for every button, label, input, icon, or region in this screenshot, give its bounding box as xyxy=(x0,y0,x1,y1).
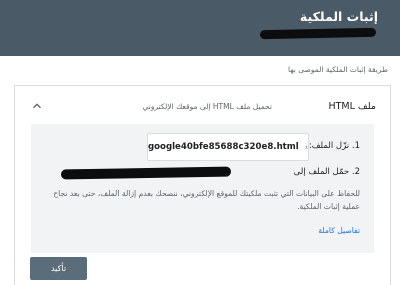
redacted-site-url-2 xyxy=(60,166,232,180)
verify-button[interactable]: تأكيد xyxy=(30,257,87,280)
full-details-link[interactable]: تفاصيل كاملة xyxy=(318,226,360,235)
instructions-panel: 1. نزّل الملف: google40bfe85688c320e8.ht… xyxy=(31,124,374,253)
page-title: إثبات الملكية xyxy=(299,9,378,24)
chevron-up-icon[interactable] xyxy=(30,99,44,113)
method-description: تحميل ملف HTML إلى موقعك الإلكتروني xyxy=(142,102,272,111)
step1-label: 1. نزّل الملف: xyxy=(308,141,360,151)
keep-file-note: للحفاظ على البيانات التي تثبت ملكيتك للم… xyxy=(53,189,360,211)
app-header: إثبات الملكية xyxy=(0,0,400,56)
html-file-method-card: ملف HTML تحميل ملف HTML إلى موقعك الإلكت… xyxy=(14,85,391,285)
recommended-method-label: طريقة إثبات الملكية الموصى بها xyxy=(288,65,388,74)
download-file-button[interactable]: google40bfe85688c320e8.html xyxy=(147,133,309,161)
method-name[interactable]: ملف HTML xyxy=(328,101,376,112)
redacted-site-url xyxy=(259,27,377,40)
download-icon xyxy=(305,145,308,149)
step2-label: 2. حمّل الملف إلى xyxy=(293,167,360,177)
download-filename: google40bfe85688c320e8.html xyxy=(148,142,299,152)
